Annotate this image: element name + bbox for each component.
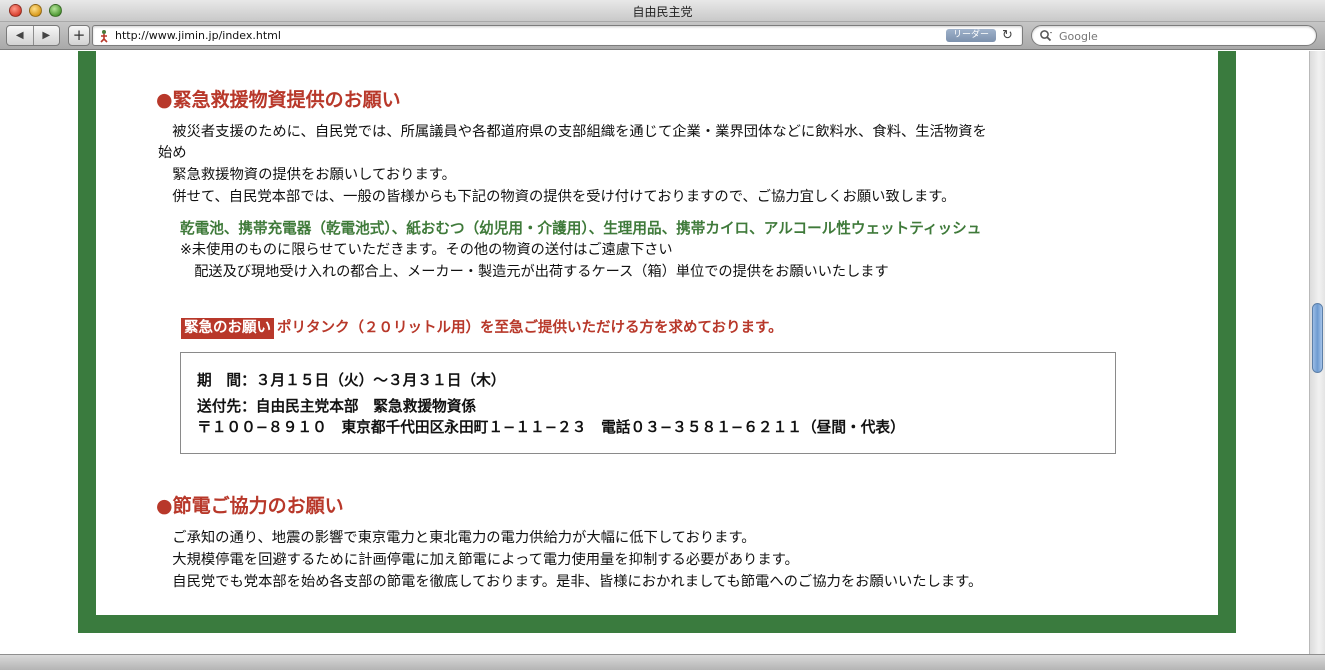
back-arrow-icon: ◀ (15, 30, 24, 41)
power-paragraph-line: 大規模停電を回避するために計画停電に加え節電によって電力使用量を抑制する必要があ… (158, 552, 799, 568)
page-viewport: ●緊急救援物資提供のお願い 被災者支援のために、自民党では、所属議員や各都道府県… (0, 51, 1309, 654)
history-nav-group: ◀ ▶ (6, 25, 60, 46)
unused-items-note: ※未使用のものに限らせていただきます。その他の物資の送付はご遠慮下さい (180, 242, 673, 258)
address-bar[interactable]: http://www.jimin.jp/index.html リーダー ↻ (92, 25, 1023, 46)
reload-icon[interactable]: ↻ (1002, 28, 1013, 43)
power-paragraph-line: ご承知の通り、地震の影響で東京電力と東北電力の電力供給力が大幅に低下しております… (158, 530, 756, 546)
power-paragraph-line: 自民党でも党本部を始め各支部の節電を徹底しております。是非、皆様におかれましても… (158, 574, 983, 590)
browser-toolbar: ◀ ▶ + http://www.jimin.jp/index.html リーダ… (0, 22, 1325, 50)
reader-button[interactable]: リーダー (946, 29, 996, 42)
status-bar (0, 654, 1325, 670)
shipping-info-box: 期 間：３月１５日（火）〜３月３１日（木） 送付先：自由民主党本部 緊急救援物資… (180, 352, 1116, 454)
search-input[interactable] (1059, 28, 1309, 44)
site-favicon-icon (100, 30, 108, 43)
vertical-scrollbar[interactable] (1309, 51, 1325, 654)
content-panel: ●緊急救援物資提供のお願い 被災者支援のために、自民党では、所属議員や各都道府県… (96, 51, 1218, 615)
forward-button[interactable]: ▶ (32, 26, 60, 45)
urgent-request-text: ポリタンク（２０リットル用）を至急ご提供いただける方を求めております。 (277, 320, 783, 336)
power-saving-heading: ●節電ご協力のお願い (156, 495, 344, 517)
url-text[interactable]: http://www.jimin.jp/index.html (115, 29, 281, 42)
urgent-badge: 緊急のお願い (181, 318, 274, 339)
green-page-frame: ●緊急救援物資提供のお願い 被災者支援のために、自民党では、所属議員や各都道府県… (78, 51, 1236, 633)
plus-icon: + (72, 26, 86, 44)
back-button[interactable]: ◀ (7, 26, 33, 45)
address-line: 〒１００−８９１０ 東京都千代田区永田町１−１１−２３ 電話０３−３５８１−６２… (197, 419, 905, 436)
requested-goods-list: 乾電池、携帯充電器（乾電池式）、紙おむつ（幼児用・介護用）、生理用品、携帯カイロ… (180, 220, 982, 237)
search-field[interactable] (1031, 25, 1317, 46)
relief-paragraph-line: 緊急救援物資の提供をお願いしております。 (158, 167, 456, 183)
relief-supplies-heading: ●緊急救援物資提供のお願い (156, 89, 401, 111)
window-title: 自由民主党 (632, 5, 693, 19)
relief-paragraph-line: 併せて、自民党本部では、一般の皆様からも下記の物資の提供を受け付けておりますので… (158, 189, 956, 205)
period-line: 期 間：３月１５日（火）〜３月３１日（木） (197, 372, 506, 389)
destination-line: 送付先：自由民主党本部 緊急救援物資係 (197, 398, 477, 415)
search-icon[interactable] (1039, 29, 1053, 43)
window-titlebar: 自由民主党 (0, 0, 1325, 22)
case-unit-note: 配送及び現地受け入れの都合上、メーカー・製造元が出荷するケース（箱）単位での提供… (180, 264, 889, 280)
relief-paragraph-line: 始め (158, 145, 187, 161)
urgent-request-row: 緊急のお願い ポリタンク（２０リットル用）を至急ご提供いただける方を求めております… (181, 317, 783, 339)
scrollbar-thumb[interactable] (1312, 303, 1323, 373)
add-bookmark-button[interactable]: + (68, 25, 90, 46)
relief-paragraph-line: 被災者支援のために、自民党では、所属議員や各都道府県の支部組織を通じて企業・業界… (158, 124, 987, 140)
forward-arrow-icon: ▶ (42, 30, 51, 41)
